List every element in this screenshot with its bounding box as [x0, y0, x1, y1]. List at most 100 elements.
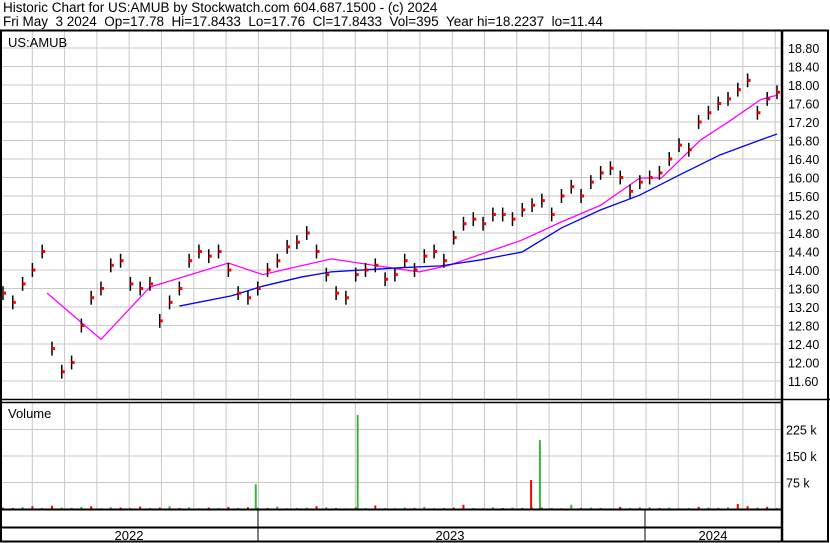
close-dot: [306, 231, 310, 235]
price-tick-label: 15.20: [788, 209, 819, 223]
volume-bar: [374, 505, 377, 509]
volume-tick-label: 225 k: [786, 424, 817, 438]
price-tick-label: 18.40: [788, 61, 819, 75]
price-tick-label: 18.00: [788, 79, 819, 93]
close-dot: [404, 259, 408, 263]
close-dot: [238, 291, 242, 295]
stock-chart: 18.80 18.40 18.00 17.60 17.20 16.80 16.40 16.00…: [0, 29, 830, 543]
close-dot: [81, 324, 85, 327]
volume-bar: [736, 504, 739, 509]
close-dot: [51, 347, 55, 351]
short-moving-average-line: [46, 94, 778, 341]
close-dot: [3, 291, 6, 295]
close-dot: [149, 282, 153, 286]
price-tick-label: 17.60: [788, 98, 819, 112]
close-dot: [228, 268, 232, 272]
moving-averages: [46, 94, 778, 341]
price-tick-label: 12.40: [788, 338, 819, 352]
close-dot: [561, 194, 565, 198]
close-dot: [355, 273, 359, 277]
close-dot: [473, 217, 477, 221]
price-tick-label: 13.20: [788, 301, 819, 315]
close-dot: [492, 213, 496, 216]
close-dot: [198, 250, 202, 253]
long-moving-average-line: [179, 133, 778, 307]
close-dot: [257, 287, 261, 290]
close-dot: [140, 287, 144, 290]
close-dot: [100, 287, 104, 290]
volume-bar: [570, 504, 573, 509]
price-tick-label: 18.80: [788, 42, 819, 56]
close-dot: [130, 282, 134, 286]
close-dot: [669, 157, 673, 161]
close-dot: [42, 250, 46, 253]
symbol-label: US:AMUB: [8, 35, 67, 50]
close-dot: [512, 217, 516, 221]
price-tick-label: 13.60: [788, 283, 819, 297]
close-dot: [267, 268, 271, 272]
price-tick-label: 14.40: [788, 246, 819, 260]
close-dot: [110, 263, 114, 267]
volume-label: Volume: [8, 406, 51, 421]
chart-frame: [0, 29, 830, 543]
close-dot: [71, 361, 75, 364]
close-dot: [532, 203, 536, 207]
close-dot: [443, 259, 447, 263]
volume-spike-bar: [538, 440, 541, 509]
close-dot: [737, 88, 741, 92]
close-dot: [394, 273, 398, 277]
price-tick-label: 12.00: [788, 357, 819, 371]
close-dot: [277, 259, 281, 263]
close-dot: [296, 240, 300, 244]
volume-spike-bar: [356, 415, 359, 509]
price-tick-label: 17.20: [788, 116, 819, 130]
close-dot: [718, 102, 722, 105]
volume-bar: [462, 504, 465, 509]
close-dot: [120, 259, 124, 263]
price-tick-label: 14.80: [788, 227, 819, 241]
close-dot: [22, 282, 26, 286]
close-dot: [590, 180, 594, 184]
price-tick-label: 11.60: [788, 375, 818, 389]
axis-labels: 18.80 18.40 18.00 17.60 17.20 16.80 16.40 16.00…: [115, 42, 820, 543]
close-dot: [679, 143, 683, 147]
price-tick-label: 15.60: [788, 190, 819, 204]
close-dot: [600, 171, 604, 175]
grid-lines: [0, 31, 782, 542]
volume-tick-label: 150 k: [786, 450, 817, 464]
close-dot: [483, 222, 487, 226]
price-tick-label: 16.00: [788, 172, 819, 186]
price-tick-label: 12.80: [788, 320, 819, 334]
close-dot: [434, 250, 438, 253]
volume-spike-bar: [530, 480, 533, 509]
close-dot: [159, 319, 163, 323]
volume-spike-bar: [254, 484, 257, 509]
close-dot: [365, 268, 369, 272]
close-dot: [453, 236, 457, 240]
close-dot: [757, 111, 761, 115]
close-dot: [169, 300, 173, 304]
close-dot: [247, 296, 251, 300]
close-dot: [777, 90, 780, 94]
close-dot: [316, 250, 320, 253]
close-dot: [336, 291, 340, 295]
close-dot: [208, 254, 212, 258]
close-dot: [698, 120, 702, 124]
close-dot: [179, 287, 183, 290]
close-dot: [620, 176, 624, 179]
volume-tick-label: 75 k: [786, 477, 810, 491]
close-dot: [767, 97, 771, 101]
close-dot: [747, 78, 751, 82]
close-dot: [649, 176, 653, 179]
close-dot: [551, 213, 555, 216]
close-dot: [463, 222, 467, 226]
close-dot: [414, 268, 418, 272]
close-dot: [91, 296, 95, 300]
close-dot: [639, 180, 643, 184]
price-tick-label: 16.40: [788, 153, 819, 167]
close-dot: [502, 213, 506, 216]
close-dot: [61, 370, 65, 374]
price-tick-label: 16.80: [788, 135, 819, 149]
close-dot: [424, 254, 428, 258]
close-dot: [189, 259, 193, 263]
